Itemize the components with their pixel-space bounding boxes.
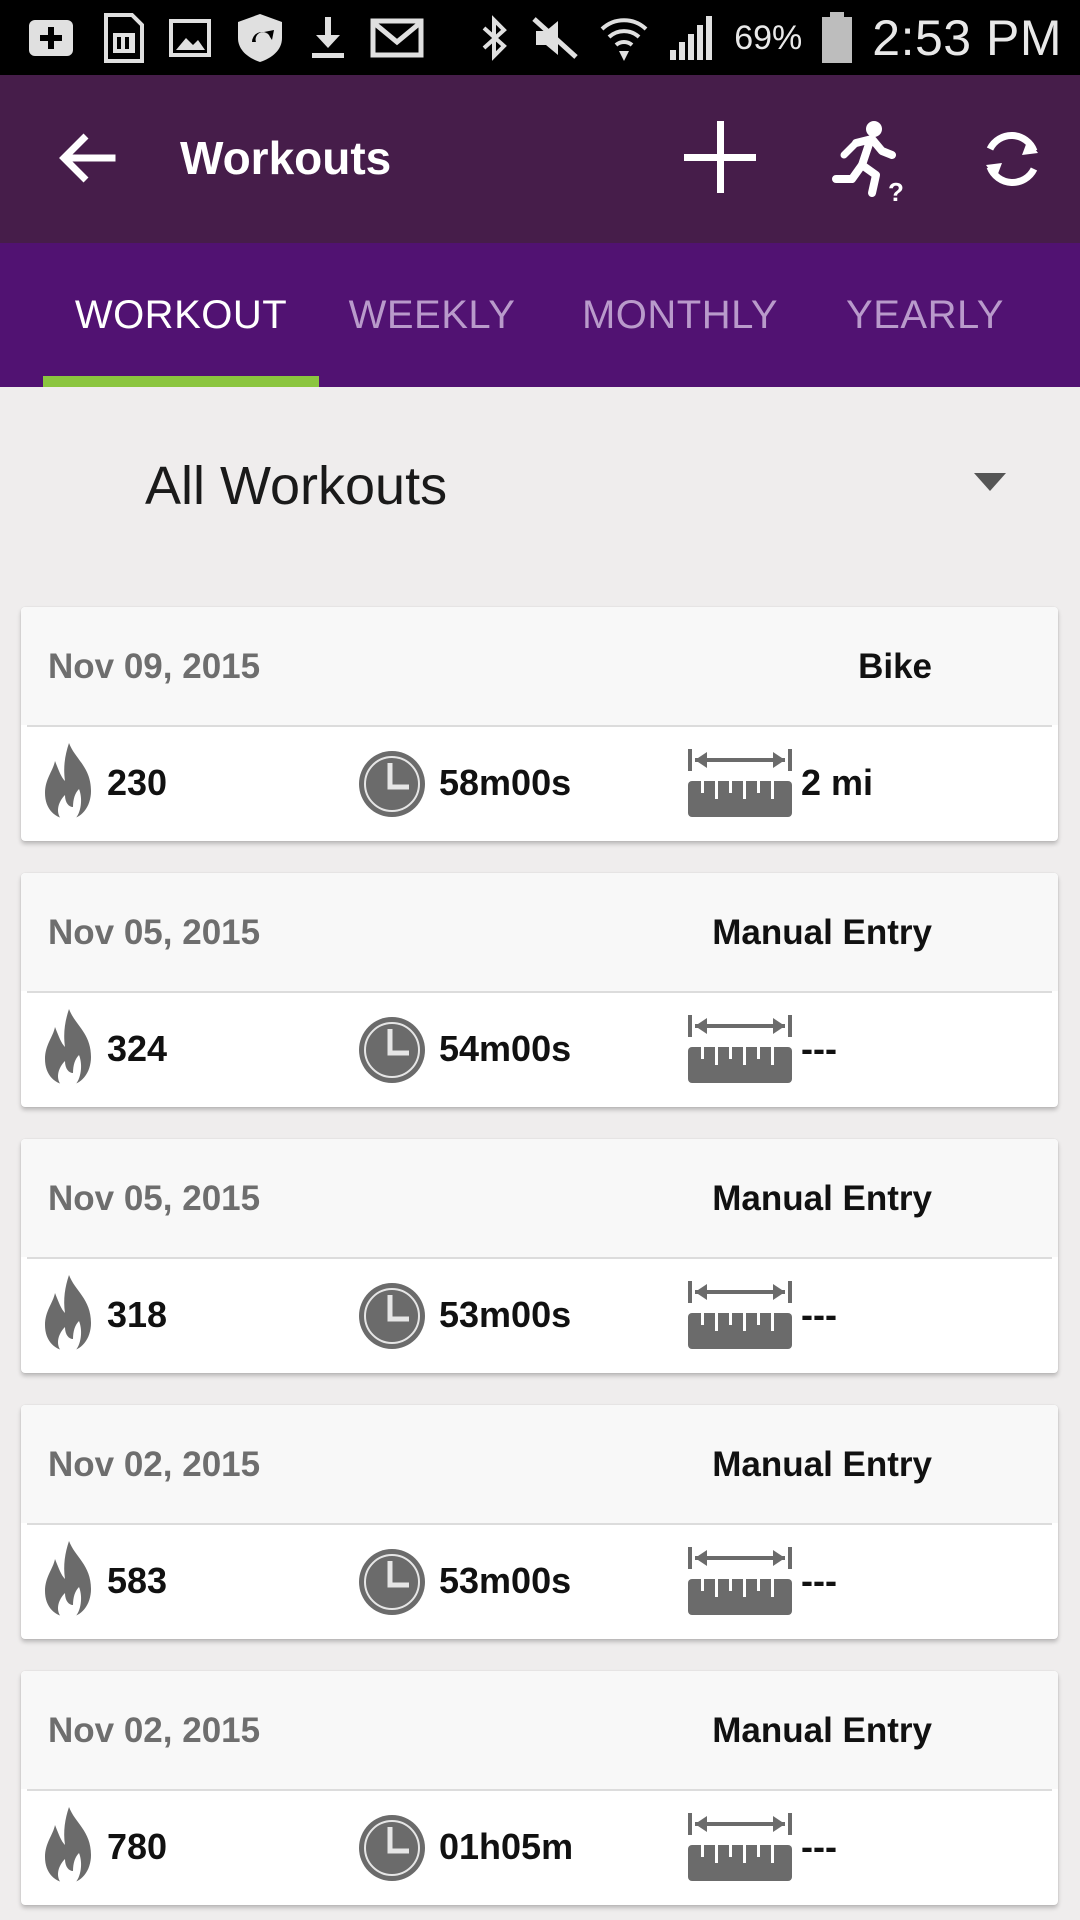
divider bbox=[27, 991, 1052, 993]
workout-card[interactable]: Nov 09, 2015 Bike 230 58m00s 2 mi bbox=[21, 607, 1058, 841]
divider bbox=[27, 1523, 1052, 1525]
calories-flame-icon bbox=[45, 743, 91, 819]
divider bbox=[27, 725, 1052, 727]
image-icon bbox=[169, 19, 211, 57]
card-header: Nov 09, 2015 Bike bbox=[21, 607, 1058, 725]
add-box-icon bbox=[29, 20, 73, 56]
duration-value: 53m00s bbox=[439, 1294, 572, 1335]
system-icons: 69% 2:53 PM bbox=[478, 8, 1062, 68]
card-header: Nov 05, 2015 Manual Entry bbox=[21, 873, 1058, 991]
battery-icon bbox=[822, 12, 853, 63]
calories-flame-icon bbox=[45, 1807, 91, 1883]
svg-text:?: ? bbox=[888, 177, 904, 205]
card-header: Nov 02, 2015 Manual Entry bbox=[21, 1671, 1058, 1789]
workout-date: Nov 05, 2015 bbox=[48, 913, 261, 952]
status-bar: 69% 2:53 PM bbox=[0, 0, 1080, 75]
distance-value: --- bbox=[801, 1560, 837, 1601]
workout-type: Manual Entry bbox=[712, 1711, 932, 1750]
calories-value: 230 bbox=[107, 762, 168, 803]
workout-card[interactable]: Nov 02, 2015 Manual Entry 583 53m00s --- bbox=[21, 1405, 1058, 1639]
calories-value: 318 bbox=[107, 1294, 168, 1335]
app-bar: Workouts ? bbox=[0, 75, 1080, 243]
sim-card-icon bbox=[104, 13, 144, 63]
duration-clock-icon bbox=[359, 1017, 425, 1083]
divider bbox=[27, 1789, 1052, 1791]
workout-date: Nov 02, 2015 bbox=[48, 1711, 261, 1750]
battery-percent: 69% bbox=[734, 18, 803, 57]
shield-sync-icon bbox=[238, 14, 282, 62]
workout-filter-dropdown[interactable]: All Workouts bbox=[0, 387, 1080, 577]
distance-ruler-icon bbox=[688, 749, 792, 817]
calories-value: 324 bbox=[107, 1028, 168, 1069]
card-header: Nov 05, 2015 Manual Entry bbox=[21, 1139, 1058, 1257]
wifi-icon bbox=[600, 18, 648, 61]
dropdown-arrow-icon bbox=[974, 473, 1006, 491]
distance-value: --- bbox=[801, 1294, 837, 1335]
workout-card[interactable]: Nov 05, 2015 Manual Entry 324 54m00s --- bbox=[21, 873, 1058, 1107]
tab-workout[interactable]: WORKOUT bbox=[43, 243, 319, 387]
calories-flame-icon bbox=[45, 1009, 91, 1085]
active-tab-indicator bbox=[43, 376, 319, 387]
distance-ruler-icon bbox=[688, 1281, 792, 1349]
gmail-icon bbox=[370, 18, 424, 58]
distance-ruler-icon bbox=[688, 1015, 792, 1083]
distance-ruler-icon bbox=[688, 1813, 792, 1881]
distance-value: 2 mi bbox=[801, 762, 874, 803]
signal-icon bbox=[670, 16, 713, 60]
workout-date: Nov 09, 2015 bbox=[48, 647, 261, 686]
duration-clock-icon bbox=[359, 751, 425, 817]
duration-clock-icon bbox=[359, 1815, 425, 1881]
back-arrow-icon[interactable] bbox=[52, 123, 122, 193]
workout-date: Nov 05, 2015 bbox=[48, 1179, 261, 1218]
page-title: Workouts bbox=[180, 132, 392, 184]
workout-type: Bike bbox=[858, 647, 932, 686]
calories-flame-icon bbox=[45, 1541, 91, 1617]
duration-value: 54m00s bbox=[439, 1028, 572, 1069]
distance-ruler-icon bbox=[688, 1547, 792, 1615]
add-workout-icon[interactable] bbox=[680, 117, 760, 197]
tab-monthly[interactable]: MONTHLY bbox=[570, 243, 790, 387]
sync-icon[interactable] bbox=[976, 123, 1048, 195]
divider bbox=[27, 1257, 1052, 1259]
clock: 2:53 PM bbox=[872, 10, 1062, 66]
duration-value: 53m00s bbox=[439, 1560, 572, 1601]
notification-icons bbox=[26, 13, 424, 63]
workout-date: Nov 02, 2015 bbox=[48, 1445, 261, 1484]
distance-value: --- bbox=[801, 1028, 837, 1069]
workout-card[interactable]: Nov 05, 2015 Manual Entry 318 53m00s --- bbox=[21, 1139, 1058, 1373]
card-header: Nov 02, 2015 Manual Entry bbox=[21, 1405, 1058, 1523]
duration-value: 58m00s bbox=[439, 762, 572, 803]
duration-value: 01h05m bbox=[439, 1826, 574, 1867]
duration-clock-icon bbox=[359, 1283, 425, 1349]
mute-icon bbox=[532, 17, 578, 59]
distance-value: --- bbox=[801, 1826, 837, 1867]
bluetooth-icon bbox=[482, 15, 508, 61]
workout-card[interactable]: Nov 02, 2015 Manual Entry 780 01h05m --- bbox=[21, 1671, 1058, 1905]
filter-selected-value: All Workouts bbox=[145, 456, 448, 516]
workout-type: Manual Entry bbox=[712, 913, 932, 952]
calories-value: 780 bbox=[107, 1826, 168, 1867]
calories-flame-icon bbox=[45, 1275, 91, 1351]
download-icon bbox=[312, 17, 344, 58]
tab-yearly[interactable]: YEARLY bbox=[834, 243, 1016, 387]
duration-clock-icon bbox=[359, 1549, 425, 1615]
workout-type: Manual Entry bbox=[712, 1179, 932, 1218]
running-person-question-icon[interactable]: ? bbox=[820, 115, 910, 205]
workout-type: Manual Entry bbox=[712, 1445, 932, 1484]
period-tabs: WORKOUT WEEKLY MONTHLY YEARLY bbox=[0, 243, 1080, 387]
tab-weekly[interactable]: WEEKLY bbox=[336, 243, 528, 387]
calories-value: 583 bbox=[107, 1560, 168, 1601]
